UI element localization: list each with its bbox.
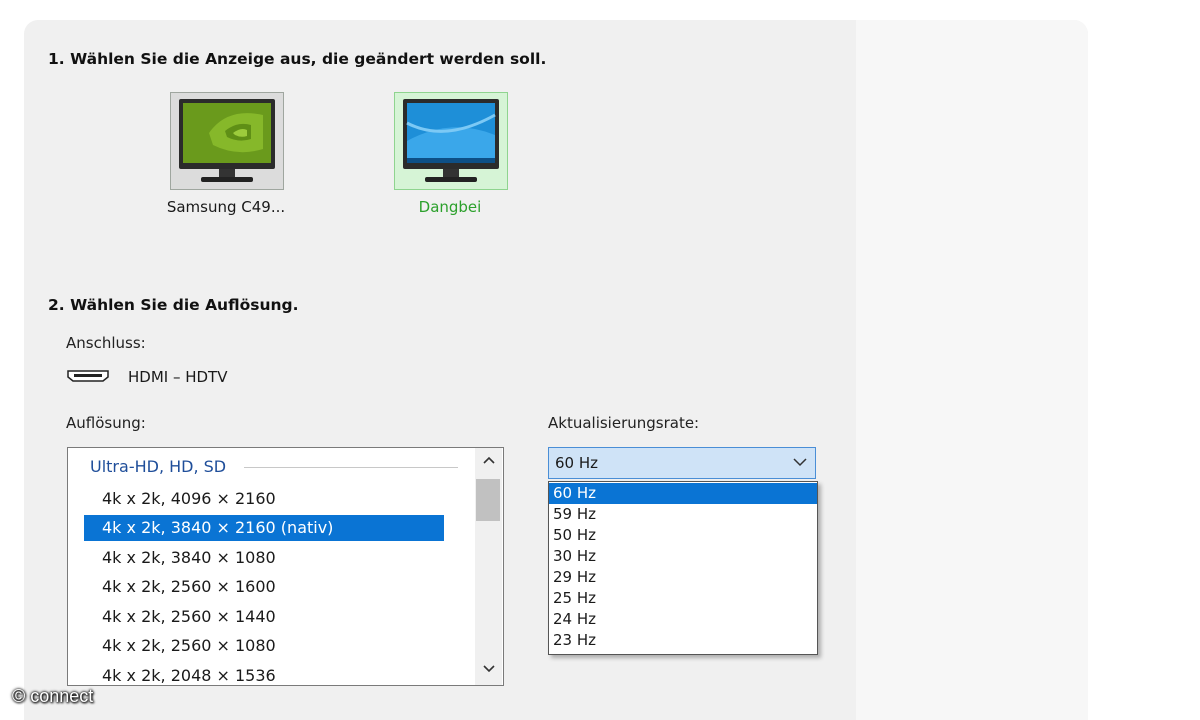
- chevron-up-icon: [482, 456, 495, 464]
- connection-label: Anschluss:: [66, 334, 146, 352]
- resolution-group-heading: Ultra-HD, HD, SD: [90, 457, 227, 476]
- refresh-option[interactable]: 25 Hz: [549, 588, 817, 609]
- resolution-item-selected[interactable]: 4k x 2k, 3840 × 2160 (nativ): [84, 515, 444, 541]
- scroll-down-button[interactable]: [475, 659, 502, 681]
- display-tile-dangbei[interactable]: [394, 92, 508, 190]
- display-settings-panel: 1. Wählen Sie die Anzeige aus, die geänd…: [24, 20, 1088, 720]
- panel-right-area: [856, 20, 1088, 720]
- windows-monitor-icon: [403, 99, 499, 182]
- refresh-rate-combobox[interactable]: 60 Hz: [548, 447, 816, 479]
- display-label-samsung: Samsung C49...: [166, 198, 286, 216]
- refresh-option[interactable]: 29 Hz: [549, 567, 817, 588]
- display-tile-samsung[interactable]: [170, 92, 284, 190]
- nvidia-monitor-icon: [179, 99, 275, 182]
- display-label-dangbei: Dangbei: [418, 198, 482, 216]
- resolution-item[interactable]: 4k x 2k, 4096 × 2160: [84, 486, 444, 512]
- refresh-rate-dropdown[interactable]: 60 Hz 59 Hz 50 Hz 30 Hz 29 Hz 25 Hz 24 H…: [548, 481, 818, 655]
- refresh-option[interactable]: 30 Hz: [549, 546, 817, 567]
- connection-value: HDMI – HDTV: [128, 368, 228, 386]
- step2-heading: 2. Wählen Sie die Auflösung.: [48, 296, 299, 314]
- refresh-option-selected[interactable]: 60 Hz: [549, 483, 817, 504]
- refresh-rate-current: 60 Hz: [555, 454, 599, 472]
- resolution-item[interactable]: 4k x 2k, 2560 × 1600: [84, 574, 444, 600]
- resolution-label: Auflösung:: [66, 414, 146, 432]
- resolution-scrollbar[interactable]: [475, 448, 502, 685]
- step1-heading: 1. Wählen Sie die Anzeige aus, die geänd…: [48, 50, 547, 68]
- refresh-option[interactable]: 50 Hz: [549, 525, 817, 546]
- resolution-item[interactable]: 4k x 2k, 3840 × 1080: [84, 545, 444, 571]
- resolution-item[interactable]: 4k x 2k, 2048 × 1536: [84, 663, 444, 685]
- hdmi-connector-icon: [67, 370, 109, 382]
- resolution-listbox[interactable]: Ultra-HD, HD, SD 4k x 2k, 4096 × 2160 4k…: [67, 447, 504, 686]
- chevron-down-icon: [793, 458, 807, 467]
- connect-watermark: © connect: [12, 686, 94, 706]
- refresh-option[interactable]: 59 Hz: [549, 504, 817, 525]
- resolution-item[interactable]: 4k x 2k, 2560 × 1080: [84, 633, 444, 659]
- group-divider: [244, 467, 458, 468]
- chevron-down-icon: [482, 665, 495, 673]
- refresh-rate-label: Aktualisierungsrate:: [548, 414, 700, 432]
- refresh-option[interactable]: 23 Hz: [549, 630, 817, 651]
- scroll-up-button[interactable]: [475, 450, 502, 472]
- refresh-option[interactable]: 24 Hz: [549, 609, 817, 630]
- scroll-thumb[interactable]: [476, 479, 500, 521]
- resolution-item[interactable]: 4k x 2k, 2560 × 1440: [84, 604, 444, 630]
